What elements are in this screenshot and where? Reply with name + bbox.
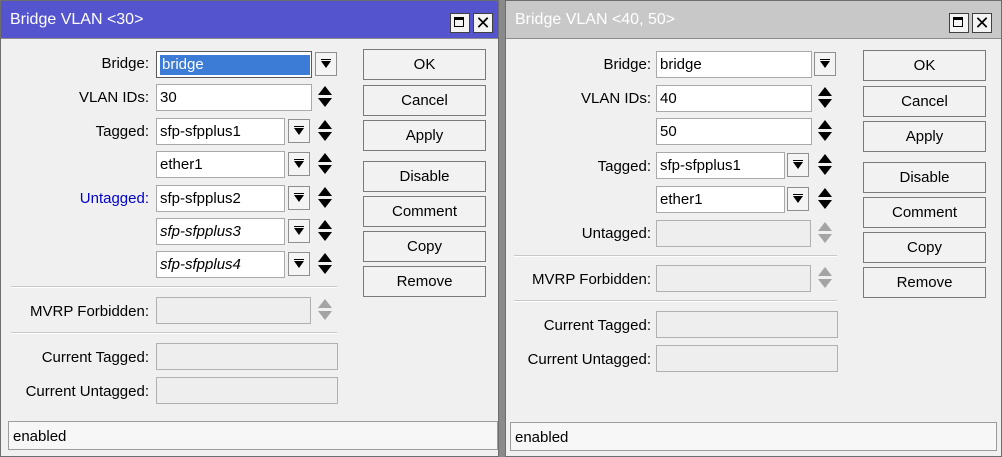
bridge-label: Bridge: bbox=[603, 56, 651, 73]
tagged-spinner-icon[interactable] bbox=[317, 119, 333, 143]
mvrp-spinner-icon bbox=[817, 266, 833, 290]
separator bbox=[11, 286, 337, 288]
tagged-spinner-icon[interactable] bbox=[817, 187, 833, 211]
untagged-spinner-icon[interactable] bbox=[317, 252, 333, 276]
maximize-icon[interactable] bbox=[450, 13, 470, 33]
untagged-field[interactable]: sfp-sfpplus4 bbox=[156, 251, 285, 278]
bridge-vlan-40-50-window: Bridge VLAN <40, 50> ✕ Bridge: bridge VL… bbox=[505, 0, 1002, 457]
comment-button[interactable]: Comment bbox=[863, 197, 986, 228]
bridge-field[interactable]: bridge bbox=[156, 51, 312, 78]
bridge-field[interactable]: bridge bbox=[656, 51, 812, 78]
bridge-label: Bridge: bbox=[101, 55, 149, 72]
apply-button[interactable]: Apply bbox=[363, 120, 486, 151]
current-untagged-label: Current Untagged: bbox=[527, 351, 651, 368]
bridge-dropdown-icon[interactable] bbox=[315, 52, 337, 76]
cancel-button[interactable]: Cancel bbox=[363, 85, 486, 116]
untagged-field[interactable]: sfp-sfpplus2 bbox=[156, 185, 285, 212]
current-tagged-field bbox=[656, 311, 838, 338]
window-title: Bridge VLAN <40, 50> bbox=[515, 11, 676, 28]
mvrp-forbidden-field[interactable] bbox=[156, 297, 311, 324]
tagged-field[interactable]: ether1 bbox=[156, 151, 285, 178]
ok-button[interactable]: OK bbox=[863, 50, 986, 81]
mvrp-forbidden-field[interactable] bbox=[656, 265, 811, 292]
vlan-ids-label: VLAN IDs: bbox=[580, 90, 651, 107]
tagged-dropdown-icon[interactable] bbox=[288, 119, 310, 143]
current-untagged-label: Current Untagged: bbox=[25, 383, 149, 400]
tagged-dropdown-icon[interactable] bbox=[787, 187, 809, 211]
mvrp-spinner-icon bbox=[317, 298, 333, 322]
apply-button[interactable]: Apply bbox=[863, 121, 986, 152]
status-bar: enabled bbox=[8, 421, 498, 450]
title-bar[interactable]: Bridge VLAN <40, 50> ✕ bbox=[506, 1, 1001, 39]
untagged-dropdown-icon[interactable] bbox=[288, 186, 310, 210]
separator bbox=[514, 300, 837, 302]
current-tagged-label: Current Tagged: bbox=[41, 349, 149, 366]
current-untagged-field bbox=[156, 377, 338, 404]
tagged-dropdown-icon[interactable] bbox=[288, 152, 310, 176]
vlan-id-field[interactable]: 40 bbox=[656, 85, 812, 112]
tagged-spinner-icon[interactable] bbox=[317, 152, 333, 176]
ok-button[interactable]: OK bbox=[363, 49, 486, 80]
current-tagged-field bbox=[156, 343, 338, 370]
tagged-field[interactable]: ether1 bbox=[656, 186, 785, 213]
bridge-value: bridge bbox=[160, 55, 310, 75]
vlan-id-field[interactable]: 50 bbox=[656, 118, 812, 145]
vlan-id-spinner-icon[interactable] bbox=[317, 85, 333, 109]
vlan-ids-label: VLAN IDs: bbox=[78, 89, 149, 106]
mvrp-forbidden-label: MVRP Forbidden: bbox=[532, 271, 651, 288]
remove-button[interactable]: Remove bbox=[863, 267, 986, 298]
maximize-icon[interactable] bbox=[949, 13, 969, 33]
separator bbox=[11, 332, 337, 334]
cancel-button[interactable]: Cancel bbox=[863, 86, 986, 117]
close-icon[interactable]: ✕ bbox=[972, 13, 992, 33]
untagged-spinner-icon[interactable] bbox=[317, 219, 333, 243]
status-bar: enabled bbox=[510, 422, 997, 451]
untagged-label: Untagged: bbox=[581, 225, 651, 242]
untagged-field[interactable] bbox=[656, 220, 811, 247]
current-untagged-field bbox=[656, 345, 838, 372]
title-bar[interactable]: Bridge VLAN <30> ✕ bbox=[1, 1, 498, 39]
tagged-field[interactable]: sfp-sfpplus1 bbox=[156, 118, 285, 145]
vlan-id-spinner-icon[interactable] bbox=[817, 119, 833, 143]
remove-button[interactable]: Remove bbox=[363, 266, 486, 297]
untagged-spinner-icon[interactable] bbox=[317, 186, 333, 210]
untagged-label: Untagged: bbox=[79, 190, 149, 207]
copy-button[interactable]: Copy bbox=[363, 231, 486, 262]
close-icon[interactable]: ✕ bbox=[473, 13, 493, 33]
window-title: Bridge VLAN <30> bbox=[10, 11, 144, 28]
untagged-field[interactable]: sfp-sfpplus3 bbox=[156, 218, 285, 245]
copy-button[interactable]: Copy bbox=[863, 232, 986, 263]
tagged-spinner-icon[interactable] bbox=[817, 153, 833, 177]
untagged-spinner-icon bbox=[817, 221, 833, 245]
mvrp-forbidden-label: MVRP Forbidden: bbox=[30, 303, 149, 320]
tagged-field[interactable]: sfp-sfpplus1 bbox=[656, 152, 785, 179]
untagged-dropdown-icon[interactable] bbox=[288, 252, 310, 276]
disable-button[interactable]: Disable bbox=[863, 162, 986, 193]
comment-button[interactable]: Comment bbox=[363, 196, 486, 227]
bridge-vlan-30-window: Bridge VLAN <30> ✕ Bridge: bridge VLAN I… bbox=[0, 0, 499, 457]
vlan-id-field[interactable]: 30 bbox=[156, 84, 312, 111]
untagged-dropdown-icon[interactable] bbox=[288, 219, 310, 243]
tagged-label: Tagged: bbox=[95, 123, 149, 140]
tagged-dropdown-icon[interactable] bbox=[787, 153, 809, 177]
current-tagged-label: Current Tagged: bbox=[543, 317, 651, 334]
bridge-dropdown-icon[interactable] bbox=[814, 52, 836, 76]
vlan-id-spinner-icon[interactable] bbox=[817, 86, 833, 110]
separator bbox=[514, 255, 837, 257]
disable-button[interactable]: Disable bbox=[363, 161, 486, 192]
tagged-label: Tagged: bbox=[597, 158, 651, 175]
